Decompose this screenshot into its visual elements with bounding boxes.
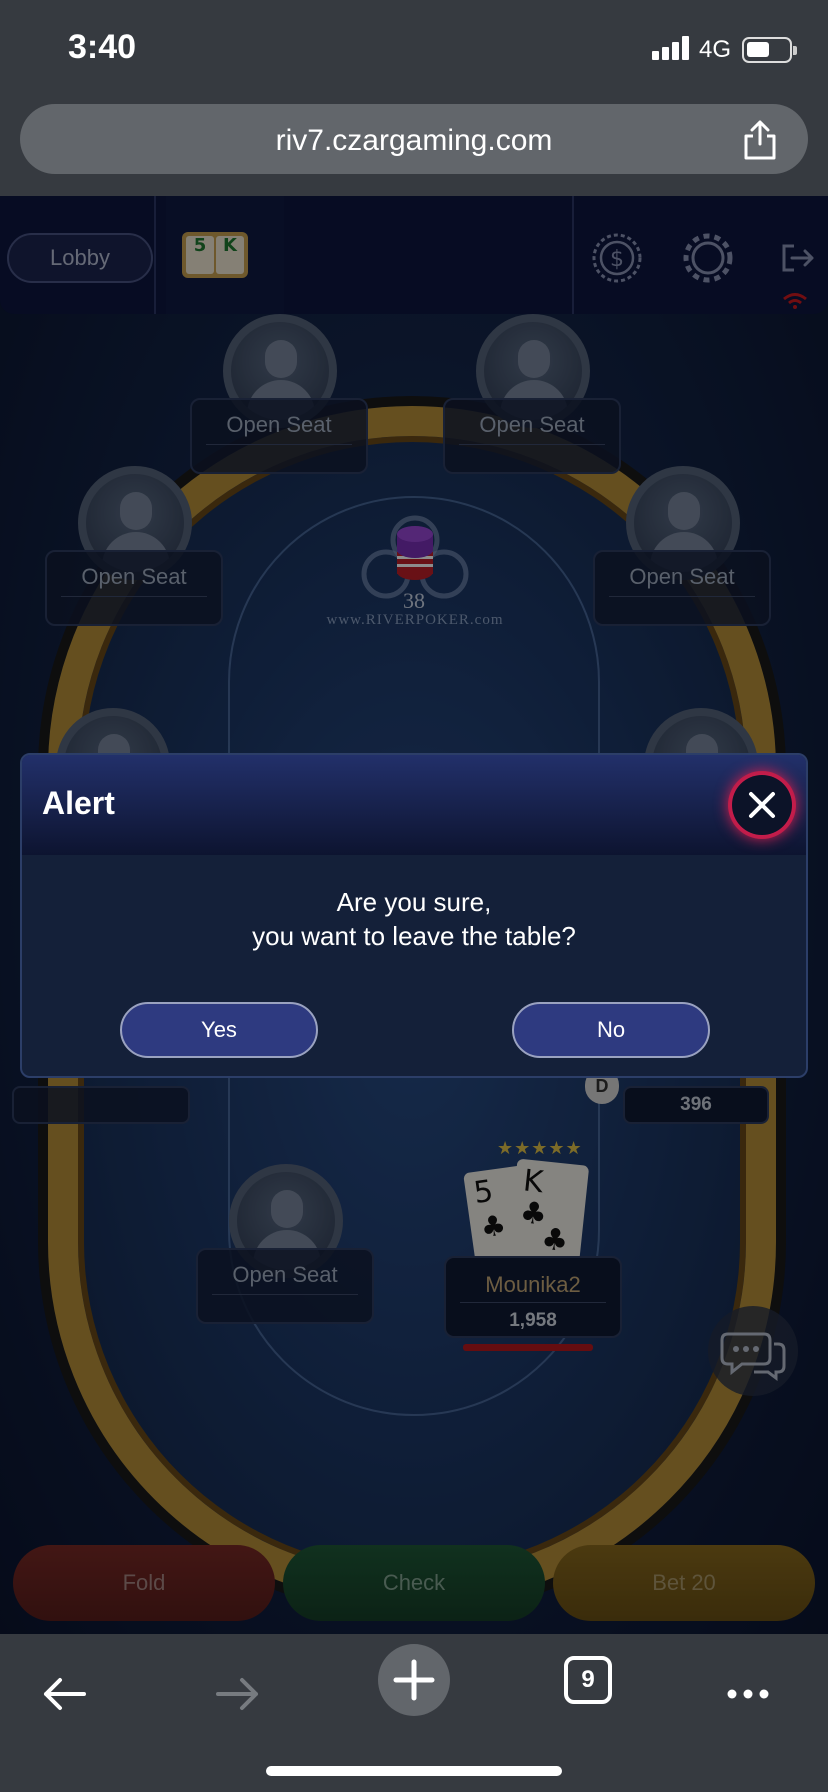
more-icon[interactable] [722,1668,774,1720]
back-icon[interactable] [38,1668,90,1720]
battery-icon [742,37,797,63]
url-field[interactable]: riv7.czargaming.com [20,104,808,174]
yes-button[interactable]: Yes [120,1002,318,1058]
alert-message-line1: Are you sure, [336,887,492,917]
alert-header: Alert [22,755,806,855]
forward-icon[interactable] [212,1668,264,1720]
status-bar: 3:40 4G [0,0,828,98]
network-type: 4G [699,36,732,63]
new-tab-icon [393,1659,435,1701]
clock: 3:40 [68,28,137,66]
no-button[interactable]: No [512,1002,710,1058]
alert-message-line2: you want to leave the table? [252,921,576,951]
tabs-button[interactable]: 9 [564,1656,612,1704]
alert-title: Alert [42,785,115,821]
url-text[interactable]: riv7.czargaming.com [20,124,808,158]
browser-address-bar: riv7.czargaming.com [0,98,828,196]
home-indicator [266,1766,562,1776]
alert-dialog: Alert Are you sure, you want to leave th… [20,753,808,1078]
share-icon[interactable] [740,118,780,162]
close-button[interactable] [732,775,792,835]
signal-icon [652,36,692,60]
close-icon [749,792,775,818]
new-tab-button[interactable] [378,1644,450,1716]
